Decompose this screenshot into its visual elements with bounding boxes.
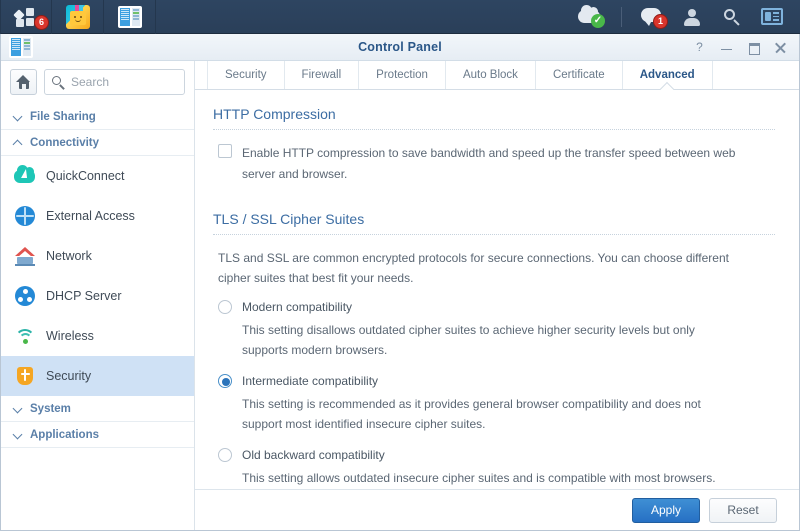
main-menu-badge: 6 <box>34 14 49 30</box>
control-panel-icon <box>117 5 142 28</box>
chevron-up-icon <box>14 138 23 147</box>
search-icon <box>52 75 65 90</box>
intermediate-compatibility-radio[interactable] <box>218 374 232 388</box>
intermediate-compatibility-description: This setting is recommended as it provid… <box>242 397 701 431</box>
home-button[interactable] <box>10 69 37 95</box>
old-backward-compatibility-description: This setting allows outdated insecure ci… <box>242 471 716 485</box>
home-icon <box>16 75 31 89</box>
page-title: Control Panel <box>358 40 442 54</box>
desktop-taskbar: 6 ✓ 1 <box>0 0 800 34</box>
sidebar-group-connectivity[interactable]: Connectivity <box>1 130 194 156</box>
taskbar-control-panel-button[interactable] <box>104 0 156 34</box>
sidebar-group-label: Connectivity <box>30 136 100 149</box>
window-titlebar[interactable]: Control Panel ? <box>1 34 799 61</box>
sidebar-group-file-sharing[interactable]: File Sharing <box>1 104 194 130</box>
globe-icon <box>14 205 36 227</box>
taskbar-search-button[interactable] <box>712 0 752 34</box>
modern-compatibility-label: Modern compatibility <box>242 300 353 314</box>
tab-auto-block[interactable]: Auto Block <box>446 61 536 89</box>
wifi-icon <box>14 325 36 347</box>
taskbar-package-center-button[interactable] <box>52 0 104 34</box>
enable-http-compression-checkbox[interactable] <box>218 144 232 158</box>
sidebar-item-security[interactable]: Security <box>1 356 194 396</box>
taskbar-user-menu-button[interactable] <box>672 0 712 34</box>
sidebar-item-wireless[interactable]: Wireless <box>1 316 194 356</box>
shield-icon <box>14 365 36 387</box>
sidebar-item-label: Network <box>46 249 92 263</box>
old-backward-compatibility-label: Old backward compatibility <box>242 448 385 462</box>
cloud-check-icon: ✓ <box>578 4 605 28</box>
sidebar-item-label: QuickConnect <box>46 169 125 183</box>
dhcp-icon <box>14 285 36 307</box>
tab-advanced[interactable]: Advanced <box>623 61 713 89</box>
reset-button[interactable]: Reset <box>709 497 777 523</box>
widget-panel-icon <box>761 8 783 25</box>
option-modern-compatibility[interactable]: Modern compatibility <box>213 300 775 314</box>
sidebar-group-label: File Sharing <box>30 110 96 123</box>
sidebar-item-quickconnect[interactable]: QuickConnect <box>1 156 194 196</box>
sidebar-item-dhcp-server[interactable]: DHCP Server <box>1 276 194 316</box>
close-button[interactable] <box>774 41 787 54</box>
cipher-suites-description: TLS and SSL are common encrypted protoco… <box>218 251 729 285</box>
sidebar-item-label: External Access <box>46 209 135 223</box>
network-house-icon <box>14 245 36 267</box>
intermediate-compatibility-label: Intermediate compatibility <box>242 374 379 388</box>
window-body: File Sharing Connectivity QuickConnect E… <box>1 61 799 530</box>
option-old-backward-compatibility[interactable]: Old backward compatibility <box>213 448 775 462</box>
person-icon <box>683 8 701 26</box>
cipher-suites-title: TLS / SSL Cipher Suites <box>213 211 775 235</box>
taskbar-right-group: ✓ 1 <box>571 0 800 34</box>
notifications-badge: 1 <box>653 13 668 29</box>
tab-security[interactable]: Security <box>207 61 285 89</box>
taskbar-widgets-button[interactable] <box>752 0 792 34</box>
chevron-down-icon <box>14 430 23 439</box>
chevron-down-icon <box>14 404 23 413</box>
control-panel-window: Control Panel ? Search File Sharing Conn… <box>0 34 800 531</box>
enable-http-compression-label: Enable HTTP compression to save bandwidt… <box>242 146 736 181</box>
tab-firewall[interactable]: Firewall <box>285 61 360 89</box>
sidebar-item-network[interactable]: Network <box>1 236 194 276</box>
maximize-button[interactable] <box>747 41 760 55</box>
sidebar-group-system[interactable]: System <box>1 396 194 422</box>
action-bar: Apply Reset <box>195 489 799 530</box>
taskbar-notifications-button[interactable]: 1 <box>632 0 672 34</box>
sidebar-search-box[interactable] <box>44 69 185 95</box>
http-compression-row[interactable]: Enable HTTP compression to save bandwidt… <box>213 143 775 185</box>
content-area: Security Firewall Protection Auto Block … <box>195 61 799 530</box>
taskbar-left-group: 6 <box>0 0 156 34</box>
apply-button[interactable]: Apply <box>632 497 700 523</box>
sidebar-group-applications[interactable]: Applications <box>1 422 194 448</box>
modern-compatibility-radio[interactable] <box>218 300 232 314</box>
sidebar-list: File Sharing Connectivity QuickConnect E… <box>1 104 194 530</box>
sidebar-group-label: Applications <box>30 428 100 441</box>
sidebar: File Sharing Connectivity QuickConnect E… <box>1 61 195 530</box>
sidebar-item-label: Wireless <box>46 329 94 343</box>
taskbar-divider <box>621 6 622 27</box>
tab-certificate[interactable]: Certificate <box>536 61 623 89</box>
tab-protection[interactable]: Protection <box>359 61 446 89</box>
window-controls: ? <box>693 40 799 55</box>
help-button[interactable]: ? <box>693 40 706 54</box>
chevron-down-icon <box>14 112 23 121</box>
sidebar-item-label: DHCP Server <box>46 289 122 303</box>
old-backward-compatibility-radio[interactable] <box>218 448 232 462</box>
taskbar-main-menu-button[interactable]: 6 <box>0 0 52 34</box>
settings-panel: HTTP Compression Enable HTTP compression… <box>195 90 799 489</box>
search-icon <box>723 8 741 26</box>
modern-compatibility-description: This setting disallows outdated cipher s… <box>242 323 695 357</box>
quickconnect-icon <box>14 165 36 187</box>
taskbar-update-status-button[interactable]: ✓ <box>571 0 611 34</box>
check-mark: ✓ <box>591 13 605 28</box>
minimize-button[interactable] <box>720 41 733 54</box>
option-intermediate-compatibility[interactable]: Intermediate compatibility <box>213 374 775 388</box>
search-input[interactable] <box>71 75 177 89</box>
sidebar-item-label: Security <box>46 369 92 383</box>
sidebar-group-label: System <box>30 402 71 415</box>
http-compression-title: HTTP Compression <box>213 106 775 130</box>
sidebar-item-external-access[interactable]: External Access <box>1 196 194 236</box>
package-center-icon <box>65 4 90 29</box>
tab-bar: Security Firewall Protection Auto Block … <box>195 61 799 90</box>
sidebar-toolbar <box>1 61 194 104</box>
